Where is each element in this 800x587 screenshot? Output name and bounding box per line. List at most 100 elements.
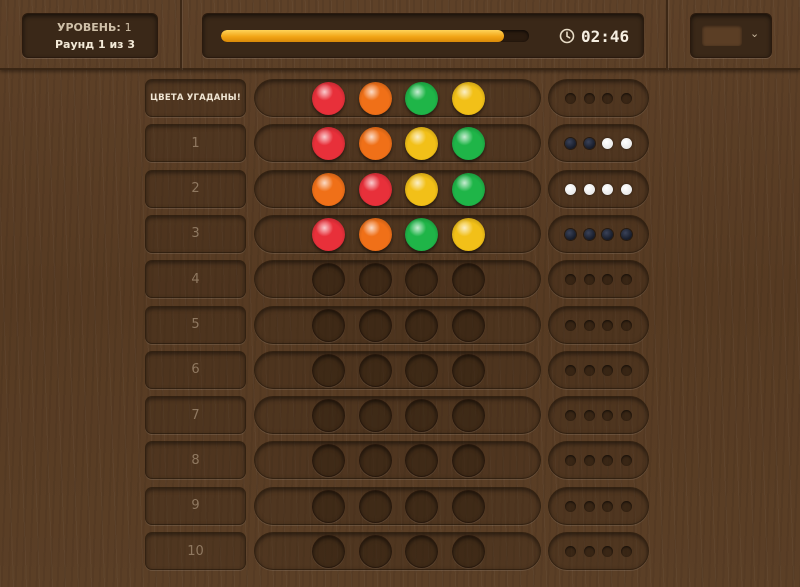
row-number: 5 — [145, 305, 246, 344]
empty-peg-slot — [312, 353, 345, 387]
black-key-peg — [621, 228, 632, 240]
empty-peg-slot — [405, 399, 438, 433]
empty-key-slot — [602, 455, 613, 467]
red-peg — [359, 172, 392, 206]
empty-key-slot — [602, 546, 613, 557]
empty-key-slot — [565, 364, 576, 376]
level-indicator: УРОВЕНЬ: 1 — [57, 21, 132, 34]
empty-key-slot — [602, 364, 613, 376]
feedback-pegs — [548, 486, 649, 525]
empty-key-slot — [621, 455, 632, 467]
guess-row: 9 — [0, 486, 800, 527]
black-key-peg — [565, 228, 576, 240]
peg-track — [254, 214, 541, 253]
guess-row: 4 — [0, 260, 800, 300]
white-key-peg — [602, 138, 613, 150]
feedback-pegs — [548, 124, 649, 163]
empty-key-slot — [565, 274, 576, 286]
top-bar-divider — [666, 0, 668, 70]
empty-key-slot — [621, 410, 632, 422]
empty-peg-slot — [452, 399, 485, 433]
peg-track — [254, 532, 541, 570]
time-progress-bar — [221, 30, 529, 42]
white-key-peg — [621, 138, 632, 150]
color-select-swatch[interactable] — [702, 25, 742, 46]
feedback-pegs — [548, 441, 649, 480]
empty-key-slot — [565, 455, 576, 467]
empty-key-slot — [621, 500, 632, 512]
yellow-peg — [452, 217, 485, 251]
row-number: 4 — [145, 260, 246, 299]
feedback-pegs — [548, 532, 649, 570]
empty-key-slot — [621, 93, 632, 104]
empty-key-slot — [602, 93, 613, 104]
empty-peg-slot — [405, 353, 438, 387]
empty-key-slot — [602, 410, 613, 422]
empty-peg-slot — [312, 535, 345, 568]
row-number: 6 — [145, 350, 246, 389]
empty-peg-slot — [405, 535, 438, 568]
red-peg — [312, 127, 345, 161]
peg-track — [254, 305, 541, 344]
empty-key-slot — [621, 319, 632, 331]
feedback-pegs — [548, 260, 649, 299]
chevron-down-icon[interactable]: ⌄ — [750, 27, 759, 40]
yellow-peg — [452, 82, 485, 115]
empty-key-slot — [565, 319, 576, 331]
empty-peg-slot — [359, 353, 392, 387]
secret-code-row: ЦВЕТА УГАДАНЫ! — [0, 79, 800, 119]
peg-track — [254, 350, 541, 389]
empty-peg-slot — [405, 263, 438, 297]
empty-key-slot — [621, 546, 632, 557]
empty-key-slot — [602, 274, 613, 286]
black-key-peg — [584, 138, 595, 150]
color-select[interactable]: ⌄ — [690, 13, 772, 58]
feedback-pegs — [548, 305, 649, 344]
empty-key-slot — [565, 93, 576, 104]
green-peg — [452, 127, 485, 161]
orange-peg — [359, 217, 392, 251]
level-panel: УРОВЕНЬ: 1 Раунд 1 из 3 — [22, 13, 158, 58]
white-key-peg — [584, 183, 595, 195]
black-key-peg — [565, 138, 576, 150]
empty-key-slot — [602, 500, 613, 512]
white-key-peg — [621, 183, 632, 195]
level-label: УРОВЕНЬ: — [57, 21, 121, 34]
feedback-pegs — [548, 396, 649, 435]
empty-key-slot — [584, 546, 595, 557]
peg-track — [254, 260, 541, 299]
guess-row: 8 — [0, 441, 800, 481]
empty-key-slot — [584, 455, 595, 467]
red-peg — [312, 82, 345, 115]
white-key-peg — [602, 183, 613, 195]
guess-row: 3 — [0, 214, 800, 255]
row-number: 3 — [145, 214, 246, 253]
guess-row: 5 — [0, 305, 800, 346]
row-number: 10 — [145, 532, 246, 570]
empty-key-slot — [621, 274, 632, 286]
row-number: 9 — [145, 486, 246, 525]
peg-track — [254, 486, 541, 525]
empty-peg-slot — [359, 444, 392, 478]
peg-track — [254, 441, 541, 480]
row-number: 1 — [145, 124, 246, 163]
green-peg — [452, 172, 485, 206]
green-peg — [405, 217, 438, 251]
peg-track — [254, 169, 541, 208]
guess-row: 10 — [0, 532, 800, 572]
empty-peg-slot — [405, 489, 438, 523]
empty-peg-slot — [452, 353, 485, 387]
row-number: 2 — [145, 169, 246, 208]
peg-track — [254, 79, 541, 117]
orange-peg — [359, 82, 392, 115]
orange-peg — [312, 172, 345, 206]
empty-peg-slot — [312, 489, 345, 523]
guess-row: 1 — [0, 124, 800, 164]
empty-key-slot — [584, 364, 595, 376]
feedback-pegs — [548, 79, 649, 117]
row-number: 7 — [145, 396, 246, 435]
timer: 02:46 — [581, 27, 630, 46]
level-value: 1 — [124, 21, 132, 34]
yellow-peg — [405, 172, 438, 206]
empty-key-slot — [602, 319, 613, 331]
